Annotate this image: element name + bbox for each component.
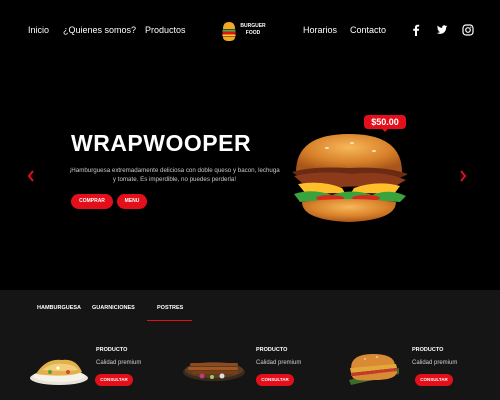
hero-title: WRAPWOOPER bbox=[71, 130, 252, 156]
product-image-1 bbox=[30, 359, 88, 385]
product-title-3: PRODUCTO bbox=[412, 347, 444, 353]
menu-button[interactable]: MENU bbox=[117, 194, 147, 209]
price-badge: $50.00 bbox=[364, 115, 406, 132]
tab-hamburguesa[interactable]: HAMBURGUESA bbox=[37, 305, 81, 311]
logo-line-1: BURGUER bbox=[240, 23, 266, 29]
chevron-left-icon[interactable] bbox=[26, 170, 36, 184]
consult-button-1[interactable]: CONSULTAR bbox=[95, 374, 133, 386]
tab-postres[interactable]: POSTRES bbox=[157, 305, 183, 311]
hero-burger-image bbox=[292, 134, 408, 222]
burger-logo-icon bbox=[222, 22, 236, 41]
product-title-2: PRODUCTO bbox=[256, 347, 288, 353]
hero-description: ¡Hamburguesa extremadamente deliciosa co… bbox=[69, 167, 280, 183]
active-tab-indicator bbox=[147, 320, 192, 321]
hero-slider: WRAPWOOPER ¡Hamburguesa extremadamente d… bbox=[0, 62, 500, 290]
product-title-1: PRODUCTO bbox=[96, 347, 128, 353]
chevron-right-icon[interactable] bbox=[458, 170, 468, 184]
buy-button[interactable]: COMPRAR bbox=[71, 194, 113, 209]
product-subtitle-3: Calidad premium bbox=[412, 360, 458, 366]
consult-button-3[interactable]: CONSULTAR bbox=[415, 374, 453, 386]
consult-button-2[interactable]: CONSULTAR bbox=[256, 374, 294, 386]
product-subtitle-2: Calidad premium bbox=[256, 360, 302, 366]
nav-link-horarios[interactable]: Horarios bbox=[303, 25, 337, 35]
brand-logo[interactable]: BURGUER FOOD bbox=[222, 19, 270, 43]
instagram-icon[interactable] bbox=[462, 24, 474, 36]
products-section: HAMBURGUESA GUARNICIONES POSTRES PRODUCT… bbox=[0, 290, 500, 400]
tab-guarniciones[interactable]: GUARNICIONES bbox=[92, 305, 135, 311]
nav-link-contacto[interactable]: Contacto bbox=[350, 25, 386, 35]
product-subtitle-1: Calidad premium bbox=[96, 360, 142, 366]
top-navigation: Inicio ¿Quienes somos? Productos BURGUER… bbox=[0, 0, 500, 62]
twitter-icon[interactable] bbox=[436, 24, 448, 36]
product-image-3 bbox=[349, 354, 399, 385]
facebook-icon[interactable] bbox=[410, 24, 422, 36]
nav-link-productos[interactable]: Productos bbox=[145, 25, 186, 35]
logo-line-2: FOOD bbox=[245, 30, 261, 36]
product-image-2 bbox=[183, 362, 245, 381]
logo-text: BURGUER FOOD bbox=[237, 23, 269, 37]
nav-link-inicio[interactable]: Inicio bbox=[28, 25, 49, 35]
nav-link-quienes-somos[interactable]: ¿Quienes somos? bbox=[63, 25, 136, 35]
